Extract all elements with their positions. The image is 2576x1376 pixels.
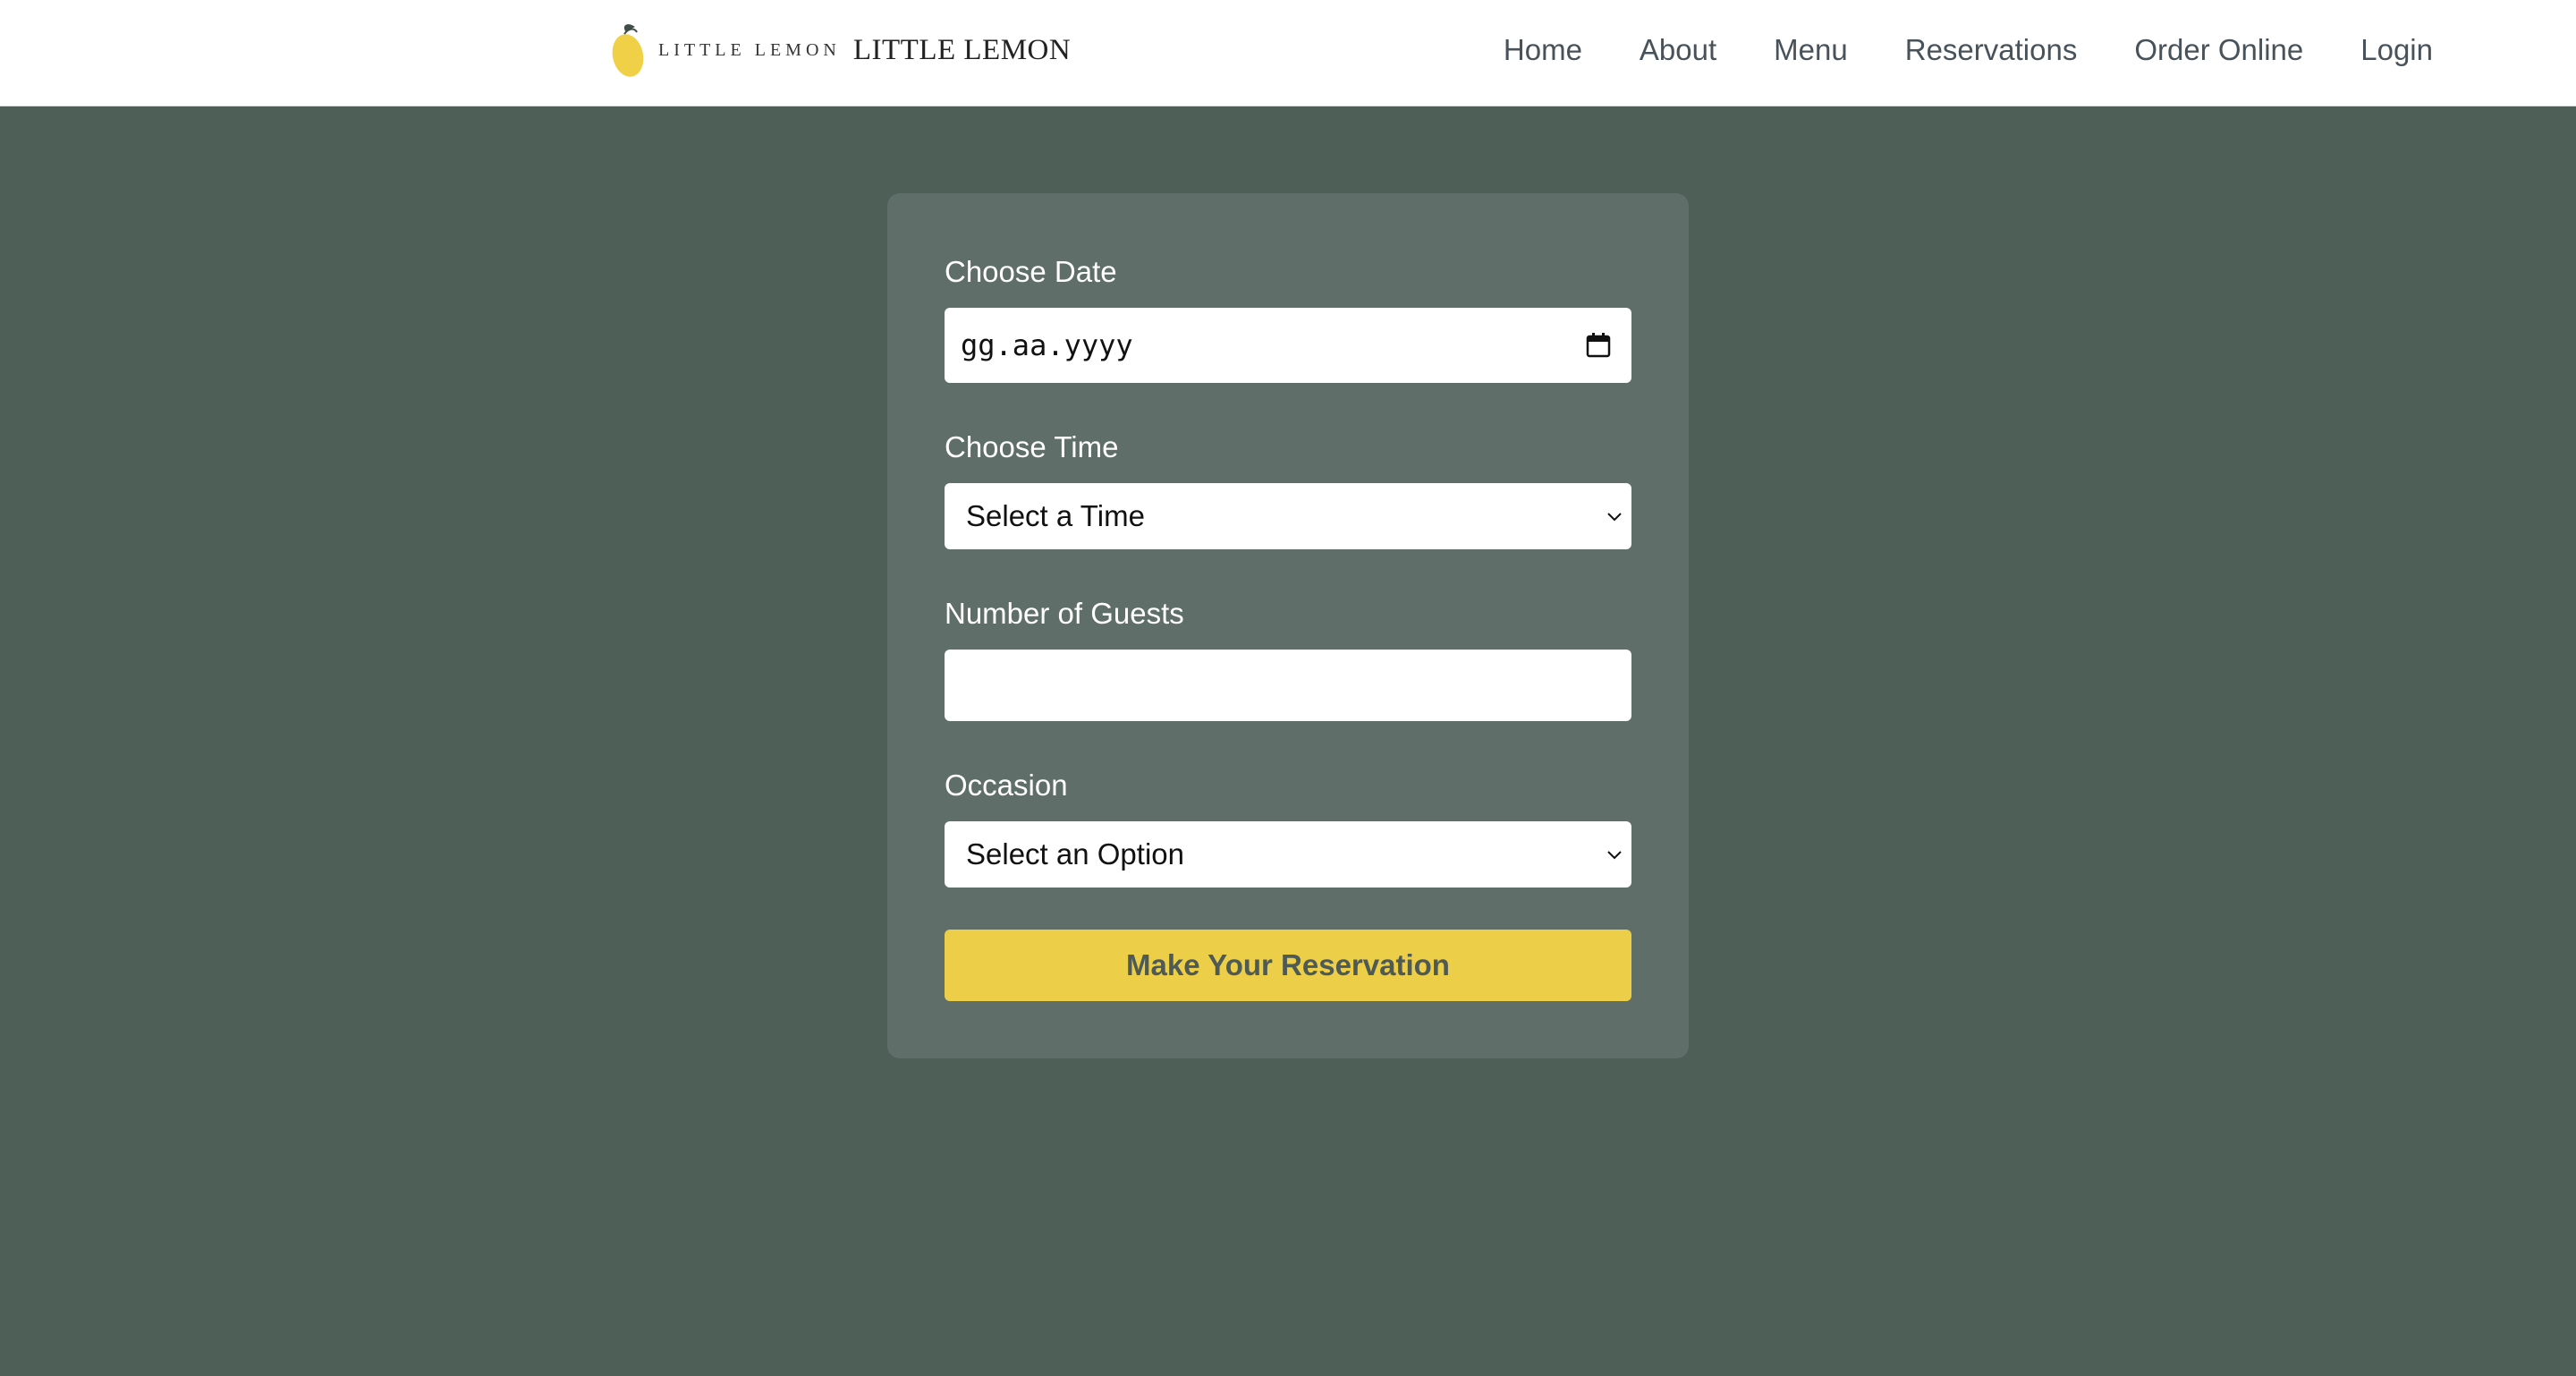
nav-reservations[interactable]: Reservations <box>1905 33 2078 67</box>
date-placeholder: gg.aa.yyyy <box>961 328 1133 362</box>
nav-menu[interactable]: Menu <box>1774 33 1848 67</box>
nav-about[interactable]: About <box>1640 33 1716 67</box>
date-label: Choose Date <box>945 255 1117 288</box>
brand-logo[interactable]: LITTLE LEMON LITTLE LEMON <box>608 20 1071 81</box>
lemon-icon <box>612 24 644 77</box>
main-nav: Home About Menu Reservations Order Onlin… <box>1504 0 2433 100</box>
occasion-selected-value: Select an Option <box>966 837 1184 871</box>
chevron-down-icon <box>1607 851 1622 860</box>
nav-order-online[interactable]: Order Online <box>2134 33 2303 67</box>
guests-input[interactable] <box>945 650 1631 721</box>
make-reservation-button[interactable]: Make Your Reservation <box>945 930 1631 1001</box>
reservation-form: Choose Date gg.aa.yyyy Choose Time Selec… <box>887 193 1689 1058</box>
time-selected-value: Select a Time <box>966 499 1145 532</box>
guests-label: Number of Guests <box>945 597 1184 630</box>
brand-small-text: LITTLE LEMON <box>658 39 841 60</box>
date-input[interactable]: gg.aa.yyyy <box>945 308 1631 383</box>
time-select[interactable]: Select a Time <box>945 483 1631 549</box>
chevron-down-icon <box>1607 513 1622 522</box>
nav-home[interactable]: Home <box>1504 33 1582 67</box>
calendar-icon[interactable] <box>1585 332 1612 359</box>
nav-login[interactable]: Login <box>2360 33 2433 67</box>
brand-name: LITTLE LEMON <box>852 33 1072 66</box>
occasion-label: Occasion <box>945 769 1068 802</box>
time-label: Choose Time <box>945 430 1119 463</box>
site-header: LITTLE LEMON LITTLE LEMON Home About Men… <box>0 0 2576 106</box>
occasion-select[interactable]: Select an Option <box>945 821 1631 888</box>
